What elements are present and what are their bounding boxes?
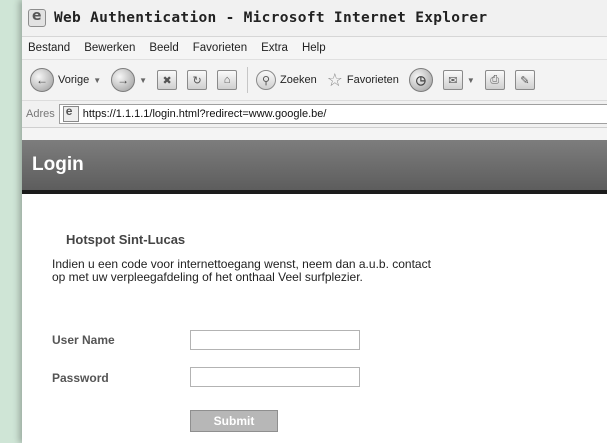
menu-bewerken[interactable]: Bewerken [84, 42, 135, 54]
stop-icon: ✖ [157, 70, 178, 90]
menu-favorieten[interactable]: Favorieten [193, 42, 247, 54]
forward-arrow-icon: → [111, 68, 136, 92]
menu-bar: Bestand Bewerken Beeld Favorieten Extra … [22, 37, 607, 60]
stop-button[interactable]: ✖ [157, 70, 178, 90]
mail-button[interactable]: ✉ ▼ [442, 70, 475, 90]
address-url: https://1.1.1.1/login.html?redirect=www.… [82, 108, 327, 120]
history-icon: ◷ [408, 68, 433, 92]
info-message: Indien u een code voor internettoegang w… [52, 257, 431, 284]
menu-extra[interactable]: Extra [261, 42, 288, 54]
menu-help[interactable]: Help [302, 42, 326, 54]
hotspot-heading: Hotspot Sint-Lucas [66, 232, 186, 247]
back-label: Vorige [58, 74, 90, 86]
refresh-icon: ↻ [187, 70, 208, 90]
username-label: User Name [52, 333, 115, 347]
username-field[interactable] [190, 330, 360, 350]
back-button[interactable]: ← Vorige ▼ [30, 68, 101, 92]
home-icon: ⌂ [217, 70, 238, 90]
page-icon [62, 104, 79, 122]
forward-button[interactable]: → ▼ [111, 68, 147, 92]
favorites-label: Favorieten [346, 74, 399, 86]
browser-window: Web Authentication - Microsoft Internet … [22, 0, 607, 443]
mail-dropdown-icon[interactable]: ▼ [467, 76, 475, 85]
home-button[interactable]: ⌂ [217, 70, 238, 90]
window-title: Web Authentication - Microsoft Internet … [54, 10, 488, 26]
star-icon: ☆ [326, 69, 343, 90]
forward-dropdown-icon[interactable]: ▼ [139, 76, 147, 85]
password-field[interactable] [190, 367, 360, 387]
back-dropdown-icon[interactable]: ▼ [93, 76, 101, 85]
edit-icon: ✎ [514, 70, 535, 90]
address-bar: Adres https://1.1.1.1/login.html?redirec… [22, 101, 607, 128]
menu-bestand[interactable]: Bestand [28, 42, 70, 54]
toolbar: ← Vorige ▼ → ▼ ✖ ↻ ⌂ ⚲ Zoeken ☆ Favoriet… [22, 60, 607, 101]
submit-button[interactable]: Submit [190, 410, 278, 432]
ie-icon [28, 8, 46, 27]
address-input[interactable]: https://1.1.1.1/login.html?redirect=www.… [58, 104, 607, 124]
print-button[interactable]: ⎙ [484, 70, 505, 90]
toolbar-separator [247, 67, 249, 93]
print-icon: ⎙ [484, 70, 505, 90]
login-title: Login [32, 154, 84, 175]
mail-icon: ✉ [442, 70, 463, 90]
search-button[interactable]: ⚲ Zoeken [256, 70, 317, 90]
edit-button[interactable]: ✎ [514, 70, 535, 90]
login-header: Login [22, 140, 607, 194]
search-icon: ⚲ [256, 70, 277, 90]
back-arrow-icon: ← [30, 68, 54, 92]
address-label: Adres [26, 108, 55, 120]
password-label: Password [52, 371, 109, 385]
favorites-button[interactable]: ☆ Favorieten [327, 70, 399, 91]
search-label: Zoeken [280, 74, 317, 86]
title-bar: Web Authentication - Microsoft Internet … [22, 0, 607, 37]
refresh-button[interactable]: ↻ [187, 70, 208, 90]
history-button[interactable]: ◷ [408, 68, 433, 92]
menu-beeld[interactable]: Beeld [149, 42, 178, 54]
page-content: Login Hotspot Sint-Lucas Indien u een co… [22, 140, 607, 443]
